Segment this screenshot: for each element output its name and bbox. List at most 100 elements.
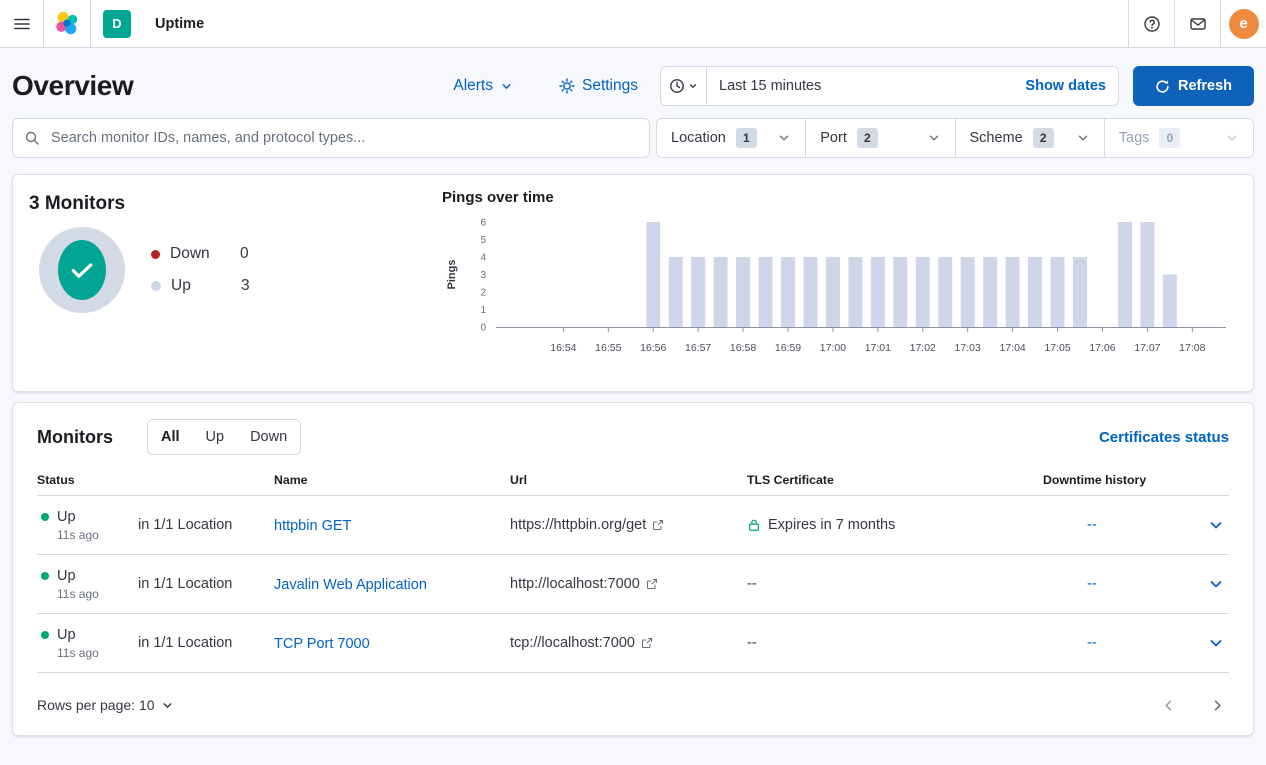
user-menu-button[interactable]: e <box>1220 0 1266 47</box>
alerts-dropdown[interactable]: Alerts <box>453 77 513 95</box>
table-footer: Rows per page: 10 <box>37 685 1229 725</box>
column-status: Status <box>37 473 138 487</box>
svg-text:4: 4 <box>480 253 486 264</box>
settings-button[interactable]: Settings <box>559 77 638 95</box>
monitor-url: http://localhost:7000 <box>510 576 640 592</box>
filter-down-button[interactable]: Down <box>237 420 300 454</box>
down-value: 0 <box>240 245 249 263</box>
hamburger-icon <box>13 15 31 33</box>
filter-scheme-count-badge: 2 <box>1033 128 1054 148</box>
monitor-location: in 1/1 Location <box>138 635 274 651</box>
tls-cell: -- <box>747 635 1043 651</box>
previous-page-button[interactable] <box>1157 694 1180 717</box>
snapshot-legend: Down 0 Up 3 <box>151 238 250 302</box>
svg-text:16:54: 16:54 <box>550 342 576 354</box>
chevron-down-icon <box>777 131 791 145</box>
chevron-down-icon <box>161 699 174 712</box>
page-header: Overview Alerts Settings Last 15 minutes… <box>12 62 1254 110</box>
svg-text:16:57: 16:57 <box>685 342 711 354</box>
filter-tags-label: Tags <box>1119 130 1150 146</box>
svg-text:6: 6 <box>480 218 486 229</box>
notifications-button[interactable] <box>1174 0 1220 47</box>
status-cell: Up 11s ago <box>37 568 138 601</box>
rows-per-page-button[interactable]: Rows per page: 10 <box>37 697 174 713</box>
status-donut <box>39 227 125 313</box>
column-tls: TLS Certificate <box>747 473 1043 487</box>
svg-text:16:56: 16:56 <box>640 342 666 354</box>
last-check-time: 11s ago <box>57 587 138 601</box>
tls-expiry: Expires in 7 months <box>768 517 895 533</box>
show-dates-button[interactable]: Show dates <box>1013 67 1118 105</box>
external-link-icon[interactable] <box>641 637 653 649</box>
chevron-down-icon <box>1208 517 1224 533</box>
column-location <box>138 473 274 487</box>
expand-row-button[interactable] <box>1201 496 1231 554</box>
menu-button[interactable] <box>0 0 44 47</box>
legend-item-up: Up 3 <box>151 270 250 302</box>
search-icon <box>24 130 40 146</box>
expand-row-button[interactable] <box>1201 614 1231 672</box>
monitor-location: in 1/1 Location <box>138 517 274 533</box>
monitor-name-link[interactable]: Javalin Web Application <box>274 577 427 593</box>
alerts-label: Alerts <box>453 77 493 95</box>
monitors-title: Monitors <box>37 427 113 448</box>
svg-text:17:02: 17:02 <box>910 342 936 354</box>
snapshot-summary: 3 Monitors Down 0 Up 3 <box>13 175 418 391</box>
expand-row-button[interactable] <box>1201 555 1231 613</box>
monitor-row: Up 11s ago in 1/1 Location httpbin GET h… <box>37 496 1229 555</box>
table-header-row: Status Name Url TLS Certificate Downtime… <box>37 473 1229 496</box>
date-picker: Last 15 minutes Show dates <box>660 66 1119 106</box>
monitor-name-link[interactable]: TCP Port 7000 <box>274 636 370 652</box>
tls-expiry: -- <box>747 635 757 651</box>
refresh-button[interactable]: Refresh <box>1133 66 1254 106</box>
lock-icon <box>747 518 761 532</box>
external-link-icon[interactable] <box>646 578 658 590</box>
mail-icon <box>1189 15 1207 33</box>
status-up-dot <box>41 513 49 521</box>
space-badge[interactable]: D <box>103 10 131 38</box>
column-name: Name <box>274 473 510 487</box>
settings-label: Settings <box>582 77 638 95</box>
filter-all-button[interactable]: All <box>148 420 193 454</box>
status-filter-group: All Up Down <box>147 419 301 455</box>
last-check-time: 11s ago <box>57 646 138 660</box>
filter-location-label: Location <box>671 130 726 146</box>
filter-location-count-badge: 1 <box>736 128 757 148</box>
svg-text:16:58: 16:58 <box>730 342 756 354</box>
filter-port-count-badge: 2 <box>857 128 878 148</box>
chevron-down-icon <box>500 80 513 93</box>
external-link-icon[interactable] <box>652 519 664 531</box>
svg-text:2: 2 <box>480 288 486 299</box>
status-text: Up <box>57 568 76 584</box>
down-label: Down <box>170 245 240 263</box>
last-check-time: 11s ago <box>57 528 138 542</box>
legend-item-down: Down 0 <box>151 238 250 270</box>
svg-text:17:04: 17:04 <box>999 342 1025 354</box>
svg-text:17:01: 17:01 <box>865 342 891 354</box>
quick-select-button[interactable] <box>661 67 707 105</box>
status-cell: Up 11s ago <box>37 509 138 542</box>
filter-tags[interactable]: Tags 0 <box>1104 119 1253 157</box>
page-title: Overview <box>12 70 453 102</box>
filter-location[interactable]: Location 1 <box>657 119 805 157</box>
status-up-dot <box>41 631 49 639</box>
certificates-status-link[interactable]: Certificates status <box>1099 429 1229 446</box>
filter-scheme[interactable]: Scheme 2 <box>955 119 1104 157</box>
elastic-logo[interactable] <box>44 0 91 47</box>
up-value: 3 <box>241 277 250 295</box>
filter-scheme-label: Scheme <box>970 130 1023 146</box>
time-range-value[interactable]: Last 15 minutes <box>707 67 1013 105</box>
monitor-name-link[interactable]: httpbin GET <box>274 518 351 534</box>
downtime-history: -- <box>1043 635 1201 651</box>
svg-text:17:00: 17:00 <box>820 342 846 354</box>
chevron-down-icon <box>1225 131 1239 145</box>
help-button[interactable] <box>1128 0 1174 47</box>
search-input[interactable] <box>12 118 650 158</box>
next-page-button[interactable] <box>1206 694 1229 717</box>
filter-up-button[interactable]: Up <box>193 420 238 454</box>
chevron-right-icon <box>1210 698 1225 713</box>
monitors-panel: Monitors All Up Down Certificates status… <box>12 402 1254 736</box>
filter-port[interactable]: Port 2 <box>805 119 954 157</box>
downtime-history: -- <box>1043 576 1201 592</box>
clock-icon <box>669 78 685 94</box>
